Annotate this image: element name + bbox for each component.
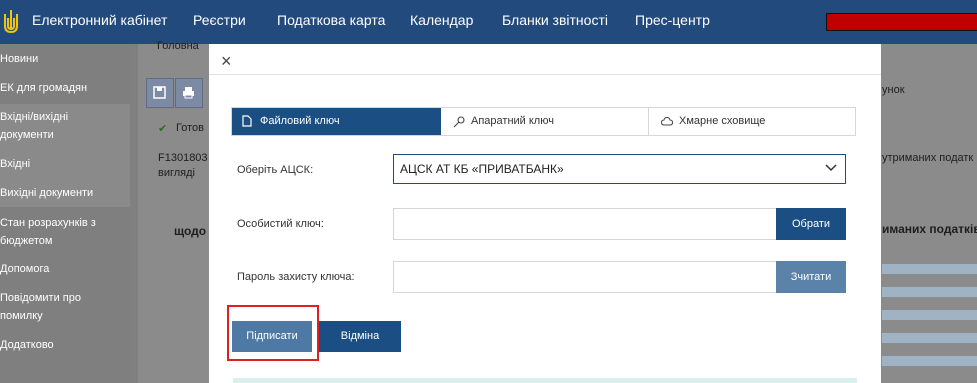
table-row: [882, 356, 977, 366]
top-navbar: Електронний кабінет Реєстри Податкова ка…: [0, 0, 977, 44]
sidebar-item-news[interactable]: Новини: [0, 50, 130, 70]
brand-title[interactable]: Електронний кабінет: [32, 12, 167, 28]
nav-report-forms[interactable]: Бланки звітності: [502, 12, 608, 28]
sidebar: Новини ЕК для громадян Вхідні/вихідні до…: [0, 44, 130, 383]
section-heading-left: щодо: [174, 224, 207, 238]
status-text: Готов: [176, 122, 204, 134]
acsk-selected-value: АЦСК АТ КБ «ПРИВАТБАНК»: [400, 162, 564, 176]
tab-cloud-storage[interactable]: Хмарне сховище: [649, 108, 855, 135]
key-icon: [453, 116, 465, 128]
nav-press-center[interactable]: Прес-центр: [635, 12, 710, 28]
private-key-label: Особистий ключ:: [237, 218, 324, 230]
tab-file-key[interactable]: Файловий ключ: [232, 108, 441, 135]
nav-tax-map[interactable]: Податкова карта: [277, 12, 385, 28]
sidebar-item-report-error-line2[interactable]: помилку: [0, 307, 130, 326]
table-row: [882, 264, 977, 274]
private-key-input[interactable]: [393, 208, 777, 240]
close-icon[interactable]: ×: [221, 52, 232, 70]
sidebar-item-citizens[interactable]: ЕК для громадян: [0, 79, 130, 99]
choose-key-button[interactable]: Обрати: [776, 208, 846, 240]
password-input[interactable]: [393, 261, 777, 293]
sidebar-item-inout-docs-line2[interactable]: документи: [0, 126, 130, 145]
redacted-user-area[interactable]: [826, 13, 977, 31]
password-label: Пароль захисту ключа:: [237, 271, 355, 283]
right-description-text: утриманих податк: [882, 152, 974, 164]
trident-logo-icon[interactable]: [2, 8, 20, 36]
acsk-select[interactable]: АЦСК АТ КБ «ПРИВАТБАНК»: [393, 154, 846, 184]
sidebar-item-inout-docs[interactable]: Вхідні/вихідні: [0, 108, 130, 127]
cancel-button[interactable]: Відміна: [319, 321, 401, 352]
sidebar-item-budget-status-line2[interactable]: бюджетом: [0, 232, 130, 251]
table-row: [882, 310, 977, 320]
modal-header-divider: [209, 74, 881, 75]
status-check-icon: ✔: [158, 123, 168, 135]
read-key-button[interactable]: Зчитати: [776, 261, 846, 293]
sidebar-item-additional[interactable]: Додатково: [0, 336, 130, 355]
cloud-icon: [661, 117, 673, 126]
file-icon: [242, 115, 252, 127]
sign-button-highlight: [227, 305, 319, 361]
document-view-text: вигляді: [158, 167, 195, 179]
nav-calendar[interactable]: Календар: [410, 12, 473, 28]
sidebar-item-help[interactable]: Допомога: [0, 260, 130, 279]
right-section-heading: иманих податків: [882, 222, 977, 236]
sidebar-item-outgoing[interactable]: Вихідні документи: [0, 184, 130, 203]
table-row: [882, 287, 977, 297]
chevron-down-icon: [825, 164, 837, 172]
tab-hardware-key[interactable]: Апаратний ключ: [441, 108, 649, 135]
acsk-label: Оберіть АЦСК:: [237, 164, 314, 176]
save-icon: [153, 86, 166, 99]
key-type-tabs: Файловий ключ Апаратний ключ Хмарне схов…: [231, 107, 856, 136]
sidebar-item-incoming[interactable]: Вхідні: [0, 155, 130, 174]
right-tab-text: унок: [882, 84, 905, 96]
print-icon-button[interactable]: [175, 78, 203, 108]
save-icon-button[interactable]: [146, 78, 174, 108]
info-strip: [233, 378, 857, 383]
print-icon: [183, 87, 194, 99]
sidebar-item-report-error[interactable]: Повідомити про: [0, 289, 130, 308]
sidebar-item-budget-status[interactable]: Стан розрахунків з: [0, 214, 130, 233]
breadcrumb: Головна: [157, 40, 199, 52]
nav-registries[interactable]: Реєстри: [193, 12, 246, 28]
table-row: [882, 333, 977, 343]
